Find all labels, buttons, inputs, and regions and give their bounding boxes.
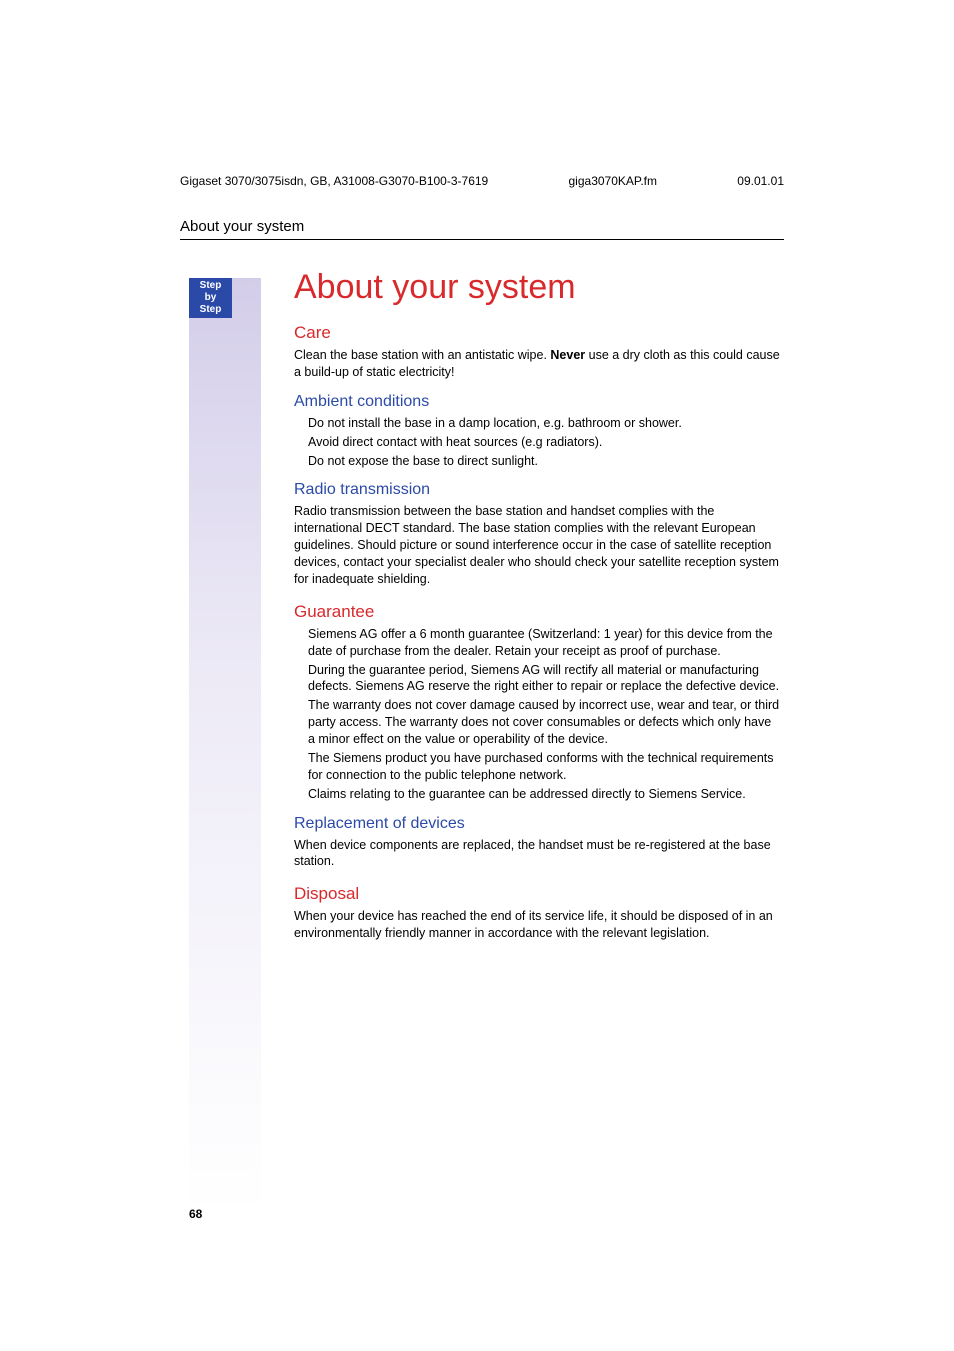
heading-radio: Radio transmission — [294, 481, 780, 499]
care-never: Never — [550, 348, 585, 362]
step-by-step-badge: Step by Step — [189, 278, 232, 318]
sidebar-gradient — [189, 278, 261, 1212]
guarantee-b5: Claims relating to the guarantee can be … — [294, 786, 780, 803]
heading-disposal: Disposal — [294, 884, 780, 904]
care-text-a: Clean the base station with an antistati… — [294, 348, 550, 362]
guarantee-b3: The warranty does not cover damage cause… — [294, 697, 780, 748]
badge-line-3: Step — [189, 304, 232, 316]
badge-line-1: Step — [189, 280, 232, 292]
page-title: About your system — [294, 268, 780, 307]
header-meta: Gigaset 3070/3075isdn, GB, A31008-G3070-… — [180, 174, 784, 188]
heading-guarantee: Guarantee — [294, 602, 780, 622]
care-paragraph: Clean the base station with an antistati… — [294, 347, 780, 381]
heading-care: Care — [294, 323, 780, 343]
doc-id: Gigaset 3070/3075isdn, GB, A31008-G3070-… — [180, 174, 488, 188]
doc-date: 09.01.01 — [737, 174, 784, 188]
disposal-paragraph: When your device has reached the end of … — [294, 908, 780, 942]
ambient-b3: Do not expose the base to direct sunligh… — [294, 453, 780, 470]
replacement-paragraph: When device components are replaced, the… — [294, 837, 780, 871]
guarantee-b1: Siemens AG offer a 6 month guarantee (Sw… — [294, 626, 780, 660]
guarantee-b4: The Siemens product you have purchased c… — [294, 750, 780, 784]
radio-paragraph: Radio transmission between the base stat… — [294, 503, 780, 587]
ambient-b2: Avoid direct contact with heat sources (… — [294, 434, 780, 451]
main-content: About your system Care Clean the base st… — [294, 260, 780, 944]
heading-replacement: Replacement of devices — [294, 815, 780, 833]
page-number: 68 — [189, 1207, 202, 1221]
file-name: giga3070KAP.fm — [569, 174, 658, 188]
running-head: About your system — [180, 218, 784, 240]
badge-line-2: by — [189, 292, 232, 304]
ambient-b1: Do not install the base in a damp locati… — [294, 415, 780, 432]
heading-ambient: Ambient conditions — [294, 393, 780, 411]
guarantee-b2: During the guarantee period, Siemens AG … — [294, 662, 780, 696]
